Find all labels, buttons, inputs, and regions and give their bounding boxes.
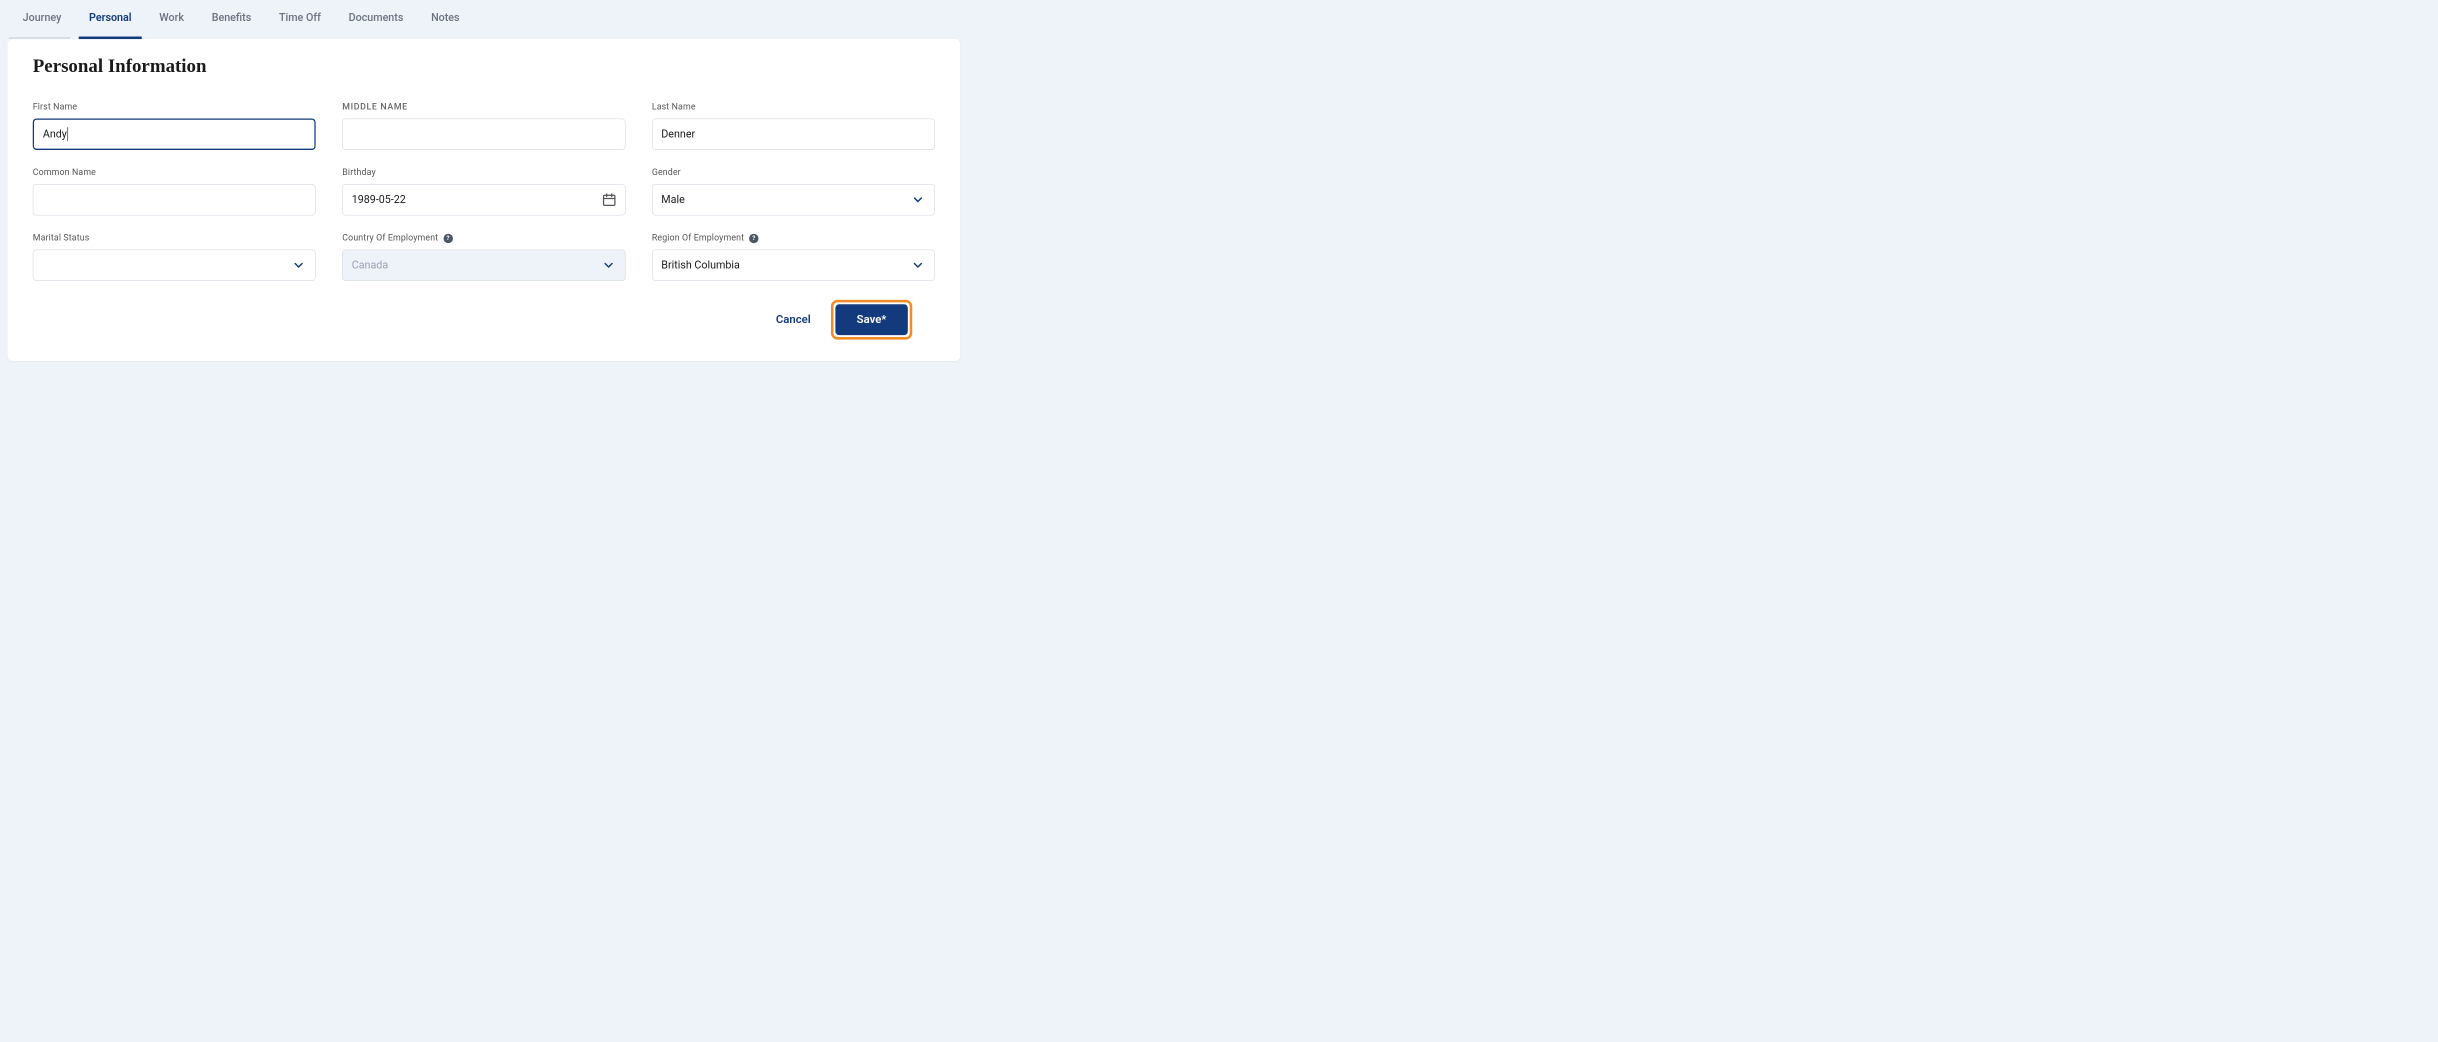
marital-status-label: Marital Status xyxy=(33,233,316,243)
country-label: Country Of Employment ? xyxy=(342,233,625,243)
birthday-label: Birthday xyxy=(342,168,625,178)
gender-label: Gender xyxy=(652,168,935,178)
middle-name-field: Middle Name xyxy=(342,102,625,150)
first-name-field: First Name Andy xyxy=(33,102,316,150)
last-name-field: Last Name xyxy=(652,102,935,150)
first-name-input[interactable]: Andy xyxy=(33,118,316,150)
personal-info-card: Personal Information First Name Andy Mid… xyxy=(8,39,961,361)
region-label: Region Of Employment ? xyxy=(652,233,935,243)
common-name-label: Common Name xyxy=(33,168,316,178)
birthday-field: Birthday xyxy=(342,168,625,216)
form-footer: Cancel Save* xyxy=(33,281,935,340)
last-name-input[interactable] xyxy=(652,118,935,150)
birthday-input[interactable] xyxy=(342,184,625,216)
country-select[interactable]: Canada xyxy=(342,249,625,281)
region-select[interactable]: British Columbia xyxy=(652,249,935,281)
save-button[interactable]: Save* xyxy=(835,304,908,335)
middle-name-label: Middle Name xyxy=(342,102,625,112)
tabs-bar: Journey Personal Work Benefits Time Off … xyxy=(0,0,968,39)
help-icon[interactable]: ? xyxy=(443,233,452,242)
cancel-button[interactable]: Cancel xyxy=(776,313,811,326)
help-icon[interactable]: ? xyxy=(749,233,758,242)
last-name-label: Last Name xyxy=(652,102,935,112)
tab-time-off[interactable]: Time Off xyxy=(265,0,335,39)
common-name-input[interactable] xyxy=(33,184,316,216)
marital-status-field: Marital Status xyxy=(33,233,316,281)
tab-documents[interactable]: Documents xyxy=(335,0,417,39)
country-field: Country Of Employment ? Canada xyxy=(342,233,625,281)
region-field: Region Of Employment ? British Columbia xyxy=(652,233,935,281)
tab-benefits[interactable]: Benefits xyxy=(198,0,265,39)
marital-status-select[interactable] xyxy=(33,249,316,281)
middle-name-input[interactable] xyxy=(342,118,625,150)
gender-field: Gender Male xyxy=(652,168,935,216)
card-title: Personal Information xyxy=(33,55,935,76)
gender-select[interactable]: Male xyxy=(652,184,935,216)
first-name-label: First Name xyxy=(33,102,316,112)
tab-notes[interactable]: Notes xyxy=(417,0,473,39)
save-button-highlight: Save* xyxy=(831,300,912,340)
tab-journey[interactable]: Journey xyxy=(9,0,75,39)
tab-personal[interactable]: Personal xyxy=(75,0,145,39)
tab-work[interactable]: Work xyxy=(145,0,197,39)
common-name-field: Common Name xyxy=(33,168,316,216)
